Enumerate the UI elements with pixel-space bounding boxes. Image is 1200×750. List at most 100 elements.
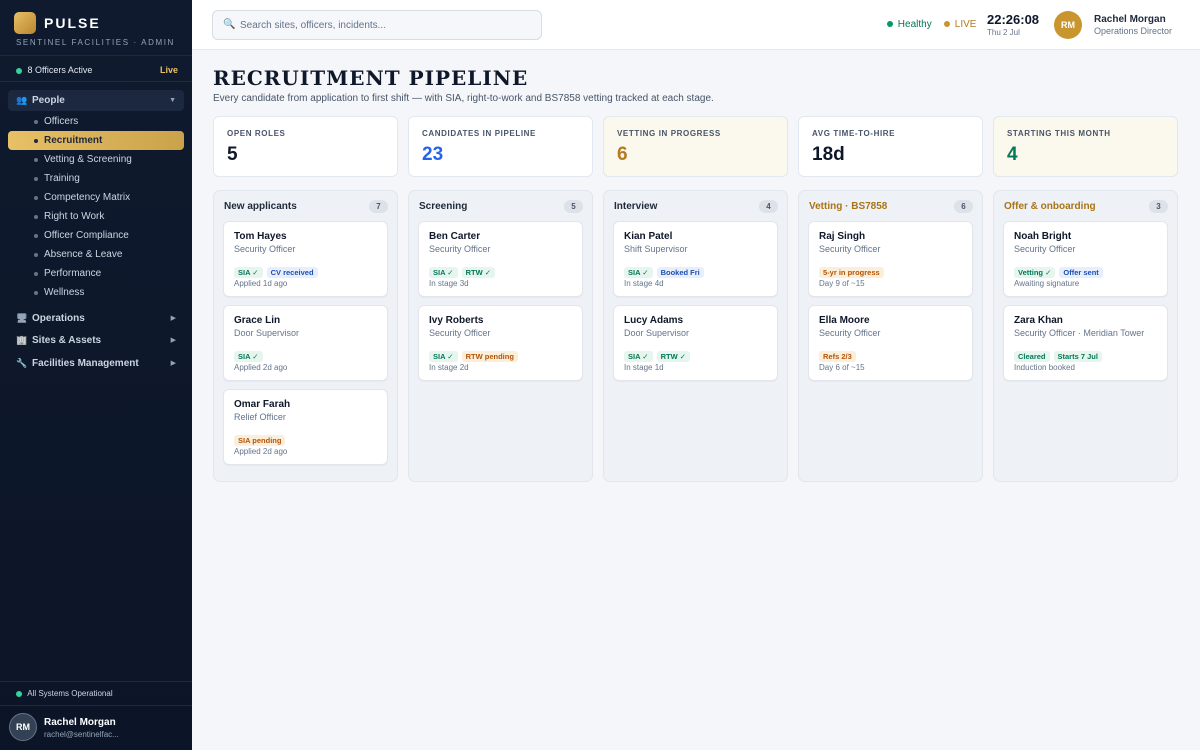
sidebar-item-competency-matrix[interactable]: Competency Matrix (8, 188, 184, 207)
sidebar-user-name: Rachel Morgan (44, 717, 116, 728)
candidate-card[interactable]: Grace Lin Door Supervisor SIA ✓ Applied … (223, 305, 388, 381)
kpi-value: 23 (422, 144, 444, 165)
nav-section-sites-assets[interactable]: 🏢 Sites & Assets ▶ (8, 330, 184, 351)
candidate-stage-time: In stage 4d (624, 279, 664, 288)
search-box[interactable]: 🔍 (212, 10, 542, 40)
pipeline-column-screening: Screening 5 Ben Carter Security Officer … (408, 190, 593, 482)
kpi-value: 18d (812, 144, 845, 165)
column-count-badge: 3 (1149, 200, 1168, 213)
candidate-card[interactable]: Ben Carter Security Officer SIA ✓ RTW ✓ I… (418, 221, 583, 297)
live-status: LIVE (944, 19, 976, 30)
column-title: Vetting · BS7858 (809, 201, 888, 212)
status-tag: Refs 2/3 (819, 351, 856, 362)
sidebar-divider (0, 705, 192, 706)
candidate-name: Raj Singh (819, 231, 866, 242)
status-dot-icon (887, 21, 893, 28)
status-tag: Starts 7 Jul (1053, 351, 1102, 362)
pipeline-column-vetting: Vetting · BS7858 6 Raj Singh Security Of… (798, 190, 983, 482)
candidate-name: Lucy Adams (624, 315, 684, 326)
candidate-card[interactable]: Ella Moore Security Officer Refs 2/3 Day… (808, 305, 973, 381)
nav-section-people[interactable]: 👥 People ▼ (8, 90, 184, 111)
status-dot-icon (944, 21, 950, 28)
candidate-name: Kian Patel (624, 231, 673, 242)
nav-section-facilities-management[interactable]: 🔧 Facilities Management ▶ (8, 353, 184, 374)
status-tag: Booked Fri (656, 267, 704, 278)
sidebar-item-absence-leave[interactable]: Absence & Leave (8, 245, 184, 264)
status-tag: 5-yr in progress (819, 267, 884, 278)
candidate-stage-time: Day 9 of ~15 (819, 279, 865, 288)
topbar-user-role: Operations Director (1094, 26, 1173, 36)
candidate-role: Security Officer (819, 244, 881, 254)
live-label: Live (159, 65, 178, 75)
sidebar-user-profile[interactable]: RM Rachel Morgan rachel@sentinelfac... (9, 713, 185, 743)
health-status: Healthy (887, 19, 932, 30)
brand-name: PULSE (44, 15, 101, 31)
candidate-card[interactable]: Kian Patel Shift Supervisor SIA ✓ Booked … (613, 221, 778, 297)
column-count-badge: 7 (369, 200, 388, 213)
candidate-role: Security Officer (819, 328, 881, 338)
candidate-stage-time: Day 6 of ~15 (819, 363, 865, 372)
kpi-vetting-in-progress: VETTING IN PROGRESS 6 (603, 116, 788, 177)
status-tag: RTW ✓ (461, 267, 496, 278)
candidate-role: Door Supervisor (234, 328, 300, 338)
candidate-stage-time: Applied 2d ago (234, 447, 288, 456)
pulse-logo-icon (14, 12, 36, 34)
people-icon: 👥 (16, 95, 28, 105)
nav-section-label: Operations (32, 313, 85, 324)
candidate-stage-time: Induction booked (1014, 363, 1075, 372)
monitor-icon: 🖥 (16, 313, 28, 323)
candidate-card[interactable]: Raj Singh Security Officer 5-yr in progr… (808, 221, 973, 297)
sidebar-item-officer-compliance[interactable]: Officer Compliance (8, 226, 184, 245)
status-tag: SIA ✓ (624, 351, 653, 362)
candidate-role: Security Officer (1014, 244, 1076, 254)
candidate-stage-time: In stage 3d (429, 279, 469, 288)
avatar[interactable]: RM (1054, 11, 1082, 39)
candidate-card[interactable]: Ivy Roberts Security Officer SIA ✓ RTW pe… (418, 305, 583, 381)
status-tag: CV received (266, 267, 318, 278)
kpi-starting-this-month: STARTING THIS MONTH 4 (993, 116, 1178, 177)
search-icon: 🔍 (223, 19, 236, 30)
search-input[interactable] (240, 17, 530, 34)
sidebar-item-officers[interactable]: Officers (8, 112, 184, 131)
status-dot-icon (16, 67, 22, 74)
sidebar-divider (0, 681, 192, 682)
candidate-card[interactable]: Zara Khan Security Officer · Meridian To… (1003, 305, 1168, 381)
status-tag: Cleared (1014, 351, 1050, 362)
sidebar-user-email: rachel@sentinelfac... (44, 730, 119, 739)
status-tag: Vetting ✓ (1014, 267, 1056, 278)
clock-time: 22:26:08 (987, 12, 1040, 27)
candidate-stage-time: In stage 2d (429, 363, 469, 372)
clock-date: Thu 2 Jul (987, 28, 1020, 37)
candidate-role: Shift Supervisor (624, 244, 688, 254)
candidate-stage-time: Applied 1d ago (234, 279, 288, 288)
pipeline-column-new-applicants: New applicants 7 Tom Hayes Security Offi… (213, 190, 398, 482)
sidebar-item-recruitment[interactable]: Recruitment (8, 131, 184, 150)
candidate-role: Security Officer (429, 328, 491, 338)
sidebar-item-right-to-work[interactable]: Right to Work (8, 207, 184, 226)
sidebar-item-training[interactable]: Training (8, 169, 184, 188)
sidebar-item-vetting-screening[interactable]: Vetting & Screening (8, 150, 184, 169)
candidate-card[interactable]: Tom Hayes Security Officer SIA ✓ CV recei… (223, 221, 388, 297)
officers-active-row: 8 Officers Active Live (16, 65, 178, 75)
kpi-open-roles: OPEN ROLES 5 (213, 116, 398, 177)
candidate-stage-time: Applied 2d ago (234, 363, 288, 372)
candidate-role: Relief Officer (234, 412, 286, 422)
candidate-card[interactable]: Lucy Adams Door Supervisor SIA ✓ RTW ✓ In… (613, 305, 778, 381)
page-subtitle: Every candidate from application to firs… (213, 93, 714, 104)
status-tag: SIA ✓ (234, 267, 263, 278)
health-status-text: Healthy (897, 19, 932, 30)
kpi-value: 5 (227, 144, 238, 165)
candidate-name: Omar Farah (234, 399, 291, 410)
status-tag: SIA ✓ (429, 351, 458, 362)
column-title: Screening (419, 201, 468, 212)
sidebar-item-performance[interactable]: Performance (8, 264, 184, 283)
candidate-name: Tom Hayes (234, 231, 287, 242)
status-tag: SIA ✓ (234, 351, 263, 362)
topbar-user-name[interactable]: Rachel Morgan (1094, 14, 1166, 25)
candidate-card[interactable]: Omar Farah Relief Officer SIA pending Ap… (223, 389, 388, 465)
nav-section-operations[interactable]: 🖥 Operations ▶ (8, 308, 184, 329)
candidate-card[interactable]: Noah Bright Security Officer Vetting ✓ Of… (1003, 221, 1168, 297)
candidate-role: Security Officer (234, 244, 296, 254)
sidebar-item-wellness[interactable]: Wellness (8, 283, 184, 302)
candidate-role: Security Officer · Meridian Tower (1014, 328, 1145, 338)
